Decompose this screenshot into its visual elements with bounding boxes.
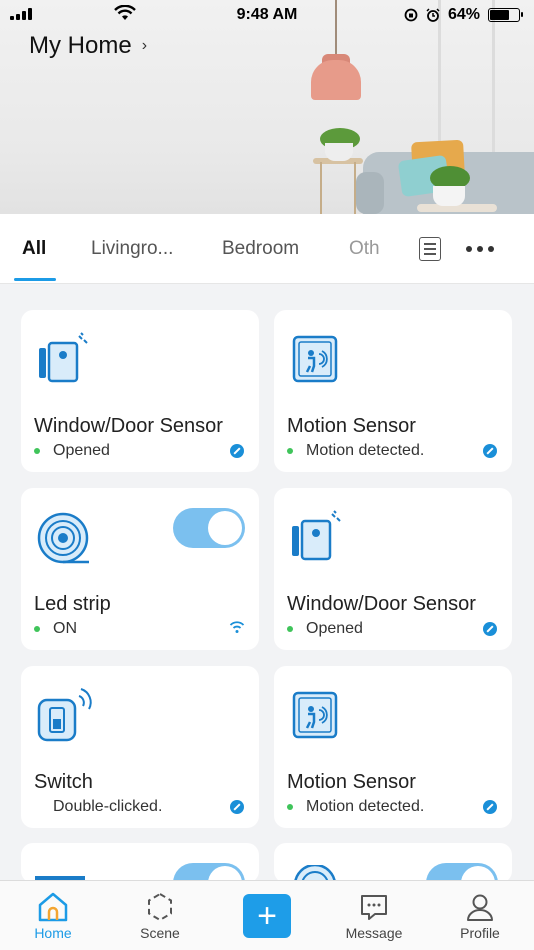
room-tabs: All Livingro... Bedroom Oth <box>0 214 534 284</box>
tab-bedroom[interactable]: Bedroom <box>222 238 299 260</box>
nav-label: Scene <box>140 925 180 941</box>
message-icon <box>361 895 387 920</box>
home-name: My Home <box>29 32 132 59</box>
online-dot <box>34 626 40 632</box>
status-text: Motion detected. <box>306 442 425 459</box>
device-card-motion-sensor[interactable]: Motion Sensor Motion detected. <box>274 666 512 828</box>
device-name: Led strip <box>34 593 111 615</box>
nav-profile[interactable]: Profile <box>440 889 520 941</box>
wireless-switch-icon <box>37 688 92 742</box>
device-name: Switch <box>34 771 93 793</box>
device-status: Motion detected. <box>287 442 424 460</box>
home-icon <box>38 892 68 922</box>
zigbee-icon <box>483 444 497 458</box>
device-status: Double-clicked. <box>34 798 162 816</box>
motion-sensor-icon <box>292 691 338 739</box>
device-status: Motion detected. <box>287 798 424 816</box>
device-card-window-door-sensor[interactable]: Window/Door Sensor Opened <box>274 488 512 650</box>
led-strip-icon <box>37 512 89 564</box>
device-card-partial[interactable] <box>274 843 512 883</box>
nav-label: Profile <box>460 925 500 941</box>
home-selector[interactable]: My Home › <box>29 32 147 60</box>
status-text: Double-clicked. <box>53 798 163 815</box>
tab-livingroom[interactable]: Livingro... <box>91 238 173 260</box>
device-name: Motion Sensor <box>287 415 416 437</box>
zigbee-icon <box>230 444 244 458</box>
device-card-partial[interactable] <box>21 843 259 883</box>
wifi-icon <box>229 621 245 633</box>
device-name: Motion Sensor <box>287 771 416 793</box>
tab-other[interactable]: Oth <box>349 238 380 260</box>
status-bar: 9:48 AM 64% <box>0 0 534 30</box>
device-status: Opened <box>287 620 363 638</box>
sofa-arm <box>356 172 384 214</box>
door-sensor-icon <box>39 332 88 383</box>
active-tab-indicator <box>14 278 56 281</box>
device-card-led-strip[interactable]: Led strip ON <box>21 488 259 650</box>
plant-pot <box>433 186 465 206</box>
online-dot <box>287 626 293 632</box>
door-sensor-icon <box>292 510 341 561</box>
tab-all[interactable]: All <box>22 238 46 260</box>
battery-percent: 64% <box>447 6 480 23</box>
zigbee-icon <box>483 622 497 636</box>
nav-label: Message <box>345 925 403 941</box>
status-text: Motion detected. <box>306 798 425 815</box>
nav-home[interactable]: Home <box>13 889 93 941</box>
nav-label: Home <box>34 925 72 941</box>
pendant-lamp <box>311 60 361 100</box>
toggle-knob <box>208 511 242 545</box>
online-dot <box>34 448 40 454</box>
power-toggle[interactable] <box>173 508 245 548</box>
zigbee-icon <box>483 800 497 814</box>
motion-sensor-icon <box>292 335 338 383</box>
zigbee-icon <box>230 800 244 814</box>
table-leg <box>320 162 322 214</box>
chevron-right-icon: › <box>141 37 148 54</box>
orientation-lock-icon <box>404 8 418 22</box>
nav-scene[interactable]: Scene <box>120 889 200 941</box>
more-icon[interactable] <box>466 246 494 252</box>
device-name: Window/Door Sensor <box>287 593 476 615</box>
device-card-motion-sensor[interactable]: Motion Sensor Motion detected. <box>274 310 512 472</box>
battery-icon <box>488 8 523 22</box>
device-status: Opened <box>34 442 110 460</box>
device-status: ON <box>34 620 77 638</box>
scene-icon <box>148 892 172 922</box>
status-text: Opened <box>53 442 110 459</box>
room-list-icon[interactable] <box>419 237 441 261</box>
device-card-switch[interactable]: Switch Double-clicked. <box>21 666 259 828</box>
nav-message[interactable]: Message <box>334 889 414 941</box>
online-dot <box>287 448 293 454</box>
bottom-navigation: Home Scene + Message Profile <box>0 880 534 950</box>
device-card-window-door-sensor[interactable]: Window/Door Sensor Opened <box>21 310 259 472</box>
device-name: Window/Door Sensor <box>34 415 223 437</box>
plant-pot <box>325 143 353 161</box>
online-dot <box>287 804 293 810</box>
profile-icon <box>467 894 493 921</box>
alarm-icon <box>426 8 440 22</box>
status-text: Opened <box>306 620 363 637</box>
add-device-button[interactable]: + <box>243 894 291 938</box>
status-text: ON <box>53 620 77 637</box>
